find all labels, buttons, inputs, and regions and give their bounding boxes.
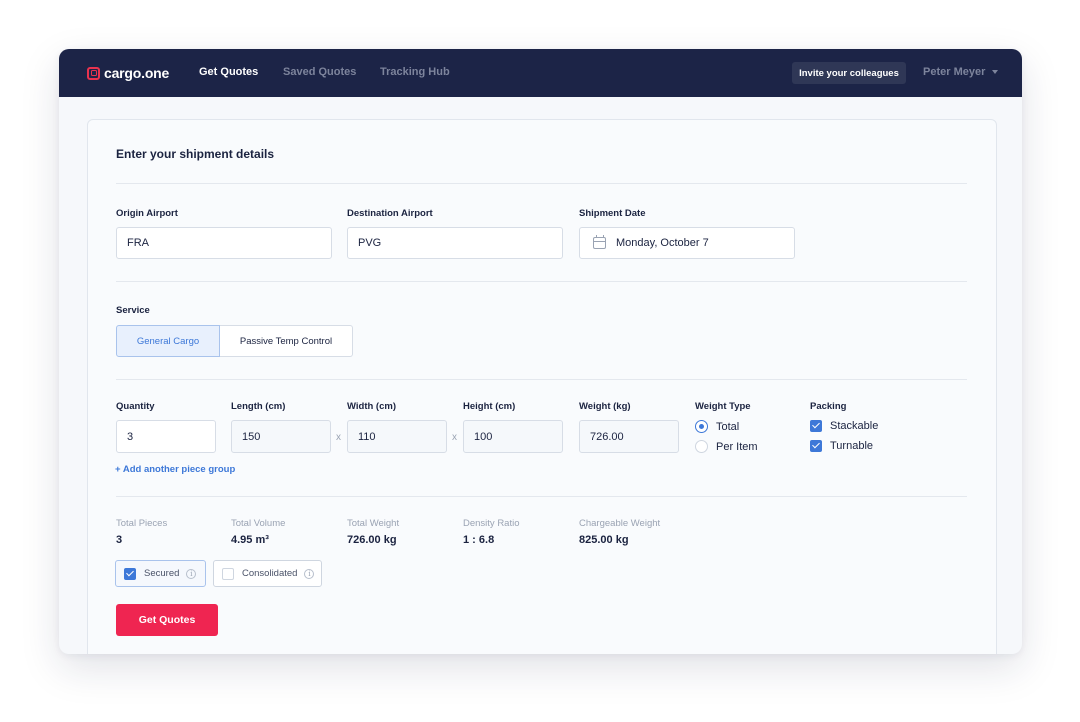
radio-selected-icon [695,420,708,433]
summary-total-weight-label: Total Weight [347,518,400,529]
get-quotes-button[interactable]: Get Quotes [116,604,218,636]
origin-airport-input[interactable]: FRA [116,227,332,259]
weight-value: 726.00 [590,430,624,443]
divider [116,281,967,282]
service-passive-temp-control[interactable]: Passive Temp Control [220,325,353,357]
user-menu[interactable]: Peter Meyer [923,66,999,78]
divider [116,183,967,184]
shipment-date-value: Monday, October 7 [616,237,709,249]
app-window: cargo.one Get Quotes Saved Quotes Tracki… [59,49,1022,654]
info-icon[interactable]: i [186,568,197,579]
shipment-date-picker[interactable]: Monday, October 7 [579,227,795,259]
destination-value: PVG [358,237,382,249]
dimension-separator: x [336,432,341,443]
quantity-value: 3 [127,430,134,443]
user-name: Peter Meyer [923,66,986,78]
destination-airport-input[interactable]: PVG [347,227,563,259]
consolidated-option[interactable]: Consolidated i [213,560,322,587]
packing-label: Packing [810,401,847,412]
brand-name: cargo.one [104,65,170,81]
packing-turnable-checkbox[interactable]: Turnable [810,440,873,452]
shipment-date-label: Shipment Date [579,208,646,219]
summary-total-pieces-value: 3 [116,534,123,546]
summary-chargeable-weight-label: Chargeable Weight [579,518,661,529]
width-input[interactable]: 110 [347,420,447,453]
length-value: 150 [242,430,261,443]
divider [116,379,967,380]
info-icon[interactable]: i [304,568,315,579]
weight-input[interactable]: 726.00 [579,420,679,453]
dimension-separator: x [452,432,457,443]
checkbox-checked-icon [124,567,136,580]
checkbox-checked-icon [810,420,822,432]
packing-stackable-label: Stackable [830,420,879,432]
consolidated-label: Consolidated [242,568,298,579]
invite-colleagues-button[interactable]: Invite your colleagues [792,62,906,84]
summary-total-volume-value: 4.95 m³ [231,534,269,546]
width-label: Width (cm) [347,401,396,412]
shipment-form-card: Enter your shipment details Origin Airpo… [87,119,997,654]
origin-value: FRA [127,237,149,249]
height-input[interactable]: 100 [463,420,563,453]
length-input[interactable]: 150 [231,420,331,453]
add-piece-group-link[interactable]: + Add another piece group [115,464,235,475]
weight-type-label: Weight Type [695,401,751,412]
weight-type-total-label: Total [716,420,740,433]
summary-density-ratio-label: Density Ratio [463,518,520,529]
nav-tracking-hub[interactable]: Tracking Hub [380,66,450,78]
summary-total-pieces-label: Total Pieces [116,518,168,529]
origin-label: Origin Airport [116,208,178,219]
service-label: Service [116,305,150,316]
quantity-label: Quantity [116,401,155,412]
packing-turnable-label: Turnable [830,440,874,452]
weight-type-per-item-label: Per Item [716,440,758,453]
weight-type-total-radio[interactable]: Total [695,420,739,433]
checkbox-unchecked-icon [222,567,234,580]
packing-stackable-checkbox[interactable]: Stackable [810,420,878,432]
secured-option[interactable]: Secured i [115,560,206,587]
top-nav: cargo.one Get Quotes Saved Quotes Tracki… [59,49,1022,97]
summary-chargeable-weight-value: 825.00 kg [579,534,629,546]
divider [116,496,967,497]
height-value: 100 [474,430,493,443]
summary-total-weight-value: 726.00 kg [347,534,397,546]
destination-label: Destination Airport [347,208,433,219]
cargo-logo-icon [87,66,100,80]
chevron-down-icon [992,70,999,74]
form-title: Enter your shipment details [116,147,275,161]
length-label: Length (cm) [231,401,286,412]
width-value: 110 [358,430,376,443]
nav-saved-quotes[interactable]: Saved Quotes [283,66,356,78]
secured-label: Secured [144,568,180,579]
summary-total-volume-label: Total Volume [231,518,286,529]
radio-unselected-icon [695,440,708,453]
nav-get-quotes[interactable]: Get Quotes [199,66,258,78]
summary-density-ratio-value: 1 : 6.8 [463,534,495,546]
brand-logo[interactable]: cargo.one [87,65,169,81]
height-label: Height (cm) [463,401,516,412]
weight-label: Weight (kg) [579,401,631,412]
service-general-cargo[interactable]: General Cargo [116,325,220,357]
checkbox-checked-icon [810,440,822,452]
service-selector: General Cargo Passive Temp Control [116,325,353,357]
calendar-icon [593,235,606,249]
quantity-input[interactable]: 3 [116,420,216,453]
weight-type-per-item-radio[interactable]: Per Item [695,440,758,453]
